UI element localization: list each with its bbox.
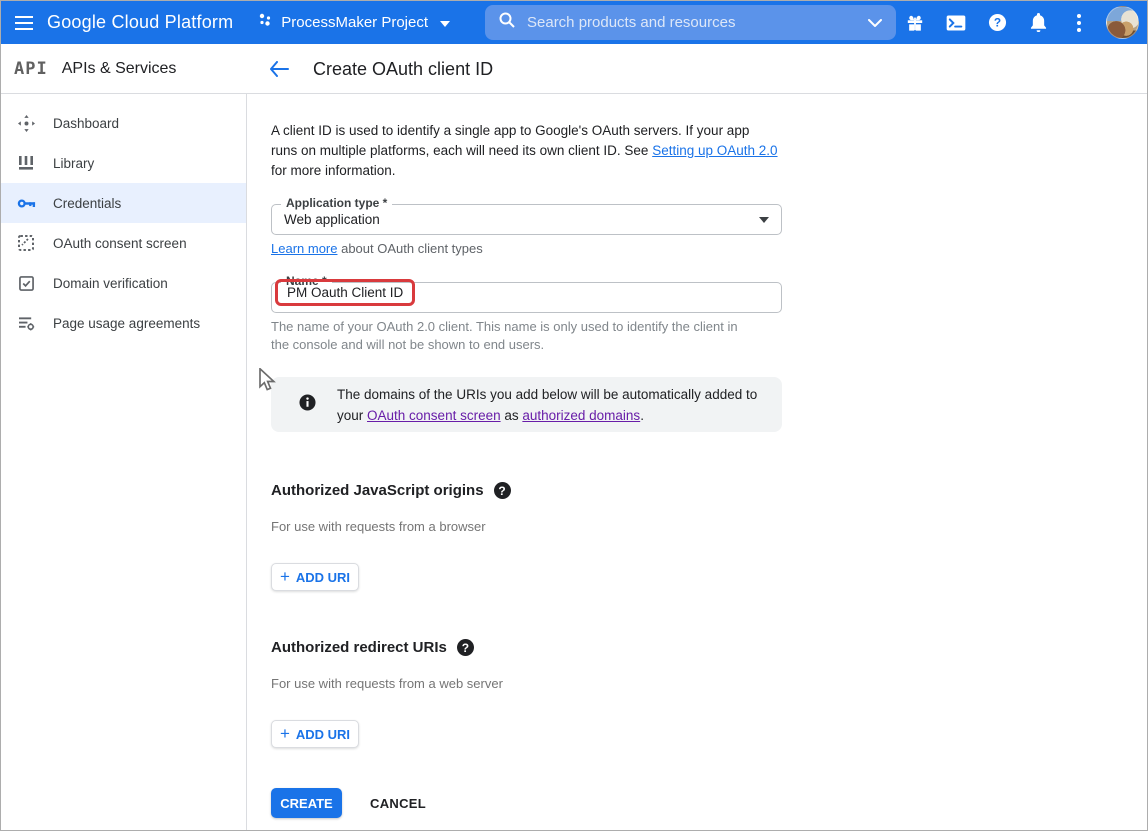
dashboard-icon — [16, 113, 36, 133]
name-value: PM Oauth Client ID — [287, 285, 403, 300]
info-note: The domains of the URIs you add below wi… — [271, 377, 782, 432]
project-caret-icon — [440, 14, 450, 32]
redirects-section-title: Authorized redirect URIs ? — [271, 639, 474, 656]
application-type-select[interactable]: Application type * Web application — [271, 204, 782, 235]
setting-up-oauth-link[interactable]: Setting up OAuth 2.0 — [652, 143, 777, 158]
sidebar-item-oauth-consent[interactable]: OAuth consent screen — [1, 223, 246, 263]
add-origin-uri-button[interactable]: + ADD URI — [271, 563, 359, 591]
brand-title[interactable]: Google Cloud Platform — [47, 12, 233, 33]
page-usage-icon — [16, 313, 36, 333]
sidebar-item-domain-verification[interactable]: Domain verification — [1, 263, 246, 303]
learn-more-rest: about OAuth client types — [337, 241, 482, 256]
svg-text:?: ? — [993, 16, 1000, 30]
info-note-text: The domains of the URIs you add below wi… — [337, 384, 767, 426]
add-uri-label: ADD URI — [296, 570, 350, 585]
domain-verification-icon — [16, 273, 36, 293]
more-vertical-icon[interactable] — [1062, 6, 1096, 40]
library-icon — [16, 153, 36, 173]
name-value-annotation: PM Oauth Client ID — [275, 279, 415, 306]
learn-more-line: Learn more about OAuth client types — [271, 241, 483, 256]
service-header: API APIs & Services — [1, 44, 247, 94]
sidebar-item-page-usage[interactable]: Page usage agreements — [1, 303, 246, 343]
api-logo: API — [14, 59, 48, 79]
search-box[interactable] — [485, 5, 896, 40]
dropdown-caret-icon — [759, 217, 769, 223]
sidebar-item-dashboard[interactable]: Dashboard — [1, 103, 246, 143]
add-uri-label: ADD URI — [296, 727, 350, 742]
project-picker[interactable]: ProcessMaker Project — [251, 8, 456, 37]
info-icon — [299, 394, 316, 416]
back-arrow-icon[interactable] — [259, 49, 299, 89]
name-input[interactable]: Name * PM Oauth Client ID — [271, 282, 782, 313]
origins-help-icon[interactable]: ? — [494, 482, 511, 499]
redirects-subtitle: For use with requests from a web server — [271, 676, 503, 691]
app-bar: Google Cloud Platform ProcessMaker Proje… — [1, 1, 1147, 44]
consent-screen-icon — [16, 233, 36, 253]
main-content: A client ID is used to identify a single… — [247, 94, 1147, 830]
secondary-header: API APIs & Services Create OAuth client … — [1, 44, 1147, 94]
application-type-value: Web application — [284, 205, 380, 234]
sidebar-item-label: Domain verification — [53, 276, 168, 291]
sidebar-item-label: OAuth consent screen — [53, 236, 187, 251]
sidebar-item-label: Library — [53, 156, 94, 171]
search-icon — [499, 12, 515, 33]
sidebar: Dashboard Library Credentials OAuth cons… — [1, 94, 247, 830]
plus-icon: + — [280, 568, 290, 585]
add-redirect-uri-button[interactable]: + ADD URI — [271, 720, 359, 748]
avatar[interactable] — [1106, 6, 1139, 39]
project-icon — [257, 12, 273, 33]
redirects-help-icon[interactable]: ? — [457, 639, 474, 656]
plus-icon: + — [280, 725, 290, 742]
authorized-domains-link[interactable]: authorized domains — [522, 408, 640, 423]
service-title: APIs & Services — [62, 60, 177, 78]
learn-more-link[interactable]: Learn more — [271, 241, 337, 256]
project-name: ProcessMaker Project — [281, 14, 428, 31]
sidebar-item-label: Page usage agreements — [53, 316, 200, 331]
origins-section-title: Authorized JavaScript origins ? — [271, 482, 511, 499]
oauth-consent-screen-link[interactable]: OAuth consent screen — [367, 408, 501, 423]
sidebar-item-label: Credentials — [53, 196, 121, 211]
key-icon — [16, 193, 36, 213]
name-helper-text: The name of your OAuth 2.0 client. This … — [271, 318, 741, 354]
appbar-actions: ? — [898, 1, 1139, 44]
cancel-button[interactable]: CANCEL — [360, 788, 436, 818]
help-icon[interactable]: ? — [980, 6, 1014, 40]
redirects-title-text: Authorized redirect URIs — [271, 639, 447, 656]
create-button[interactable]: CREATE — [271, 788, 342, 818]
sidebar-item-label: Dashboard — [53, 116, 119, 131]
info-after: . — [640, 408, 644, 423]
sidebar-item-library[interactable]: Library — [1, 143, 246, 183]
notifications-icon[interactable] — [1021, 6, 1055, 40]
intro-text: A client ID is used to identify a single… — [271, 121, 779, 181]
sidebar-item-credentials[interactable]: Credentials — [1, 183, 246, 223]
page-title: Create OAuth client ID — [313, 59, 493, 80]
gift-icon[interactable] — [898, 6, 932, 40]
menu-icon[interactable] — [1, 1, 47, 44]
info-middle: as — [501, 408, 523, 423]
search-chevron-down-icon[interactable] — [868, 14, 882, 32]
intro-after: for more information. — [271, 163, 396, 178]
search-input[interactable] — [527, 14, 868, 31]
origins-subtitle: For use with requests from a browser — [271, 519, 486, 534]
origins-title-text: Authorized JavaScript origins — [271, 482, 484, 499]
cloud-shell-icon[interactable] — [939, 6, 973, 40]
